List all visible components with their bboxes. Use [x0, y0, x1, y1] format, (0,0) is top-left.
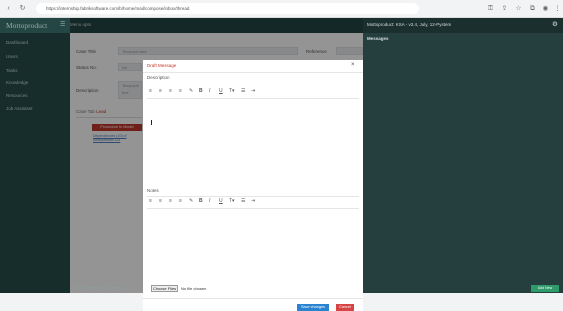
- draft-message-modal: Draft Message × Description ≡ ≡ ≡ ≡ ✎ B …: [143, 60, 363, 311]
- underline-icon[interactable]: U: [219, 198, 223, 204]
- modal-footer-divider: [143, 298, 363, 299]
- right-panel-header: Mottoproduct: KSA - v3.4, July, 12-Pyste…: [363, 18, 563, 33]
- notes-editor-top: [147, 196, 359, 197]
- address-bar[interactable]: https://internship.fabriksoftware.com/b/…: [36, 3, 419, 14]
- list-icon[interactable]: ☰: [241, 88, 245, 94]
- justify-icon[interactable]: ≡: [179, 198, 182, 204]
- hamburger-icon[interactable]: ☰: [60, 21, 65, 28]
- description-editor[interactable]: [147, 100, 359, 180]
- cancel-button[interactable]: Cancel: [336, 304, 354, 311]
- bold-icon[interactable]: B: [199, 198, 203, 204]
- align-center-icon[interactable]: ≡: [159, 198, 162, 204]
- star-icon[interactable]: ☆: [514, 4, 523, 13]
- no-file-label: No file chosen: [181, 286, 207, 291]
- save-button[interactable]: Save changes: [297, 304, 329, 311]
- pen-icon[interactable]: ✎: [189, 88, 193, 94]
- align-right-icon[interactable]: ≡: [169, 88, 172, 94]
- choose-files-button[interactable]: Choose Files: [151, 285, 178, 292]
- justify-icon[interactable]: ≡: [179, 88, 182, 94]
- modal-title: Draft Message: [147, 63, 177, 68]
- brand-logo[interactable]: Mottoproduct: [6, 21, 47, 30]
- list-icon[interactable]: ☰: [241, 198, 245, 204]
- description-section-label: Description: [147, 75, 170, 80]
- italic-icon[interactable]: I: [209, 88, 210, 94]
- bold-icon[interactable]: B: [199, 88, 203, 94]
- description-toolbar: ≡ ≡ ≡ ≡ ✎ B I U T▾ ☰ ⇥: [149, 88, 359, 95]
- more-icon[interactable]: ⋮: [553, 4, 562, 13]
- modal-backdrop-side: [0, 33, 70, 293]
- browser-toolbar: ‹ ↻ https://internship.fabriksoftware.co…: [0, 0, 563, 18]
- extension-icon[interactable]: ⧉: [528, 4, 537, 13]
- align-left-icon[interactable]: ≡: [149, 88, 152, 94]
- underline-icon[interactable]: U: [219, 88, 223, 94]
- right-panel: Mottoproduct: KSA - v3.4, July, 12-Pyste…: [363, 18, 563, 293]
- url-text: https://internship.fabriksoftware.com/b/…: [46, 6, 190, 11]
- app: Dashboard Users Tasks Knowledge Resource…: [0, 18, 563, 311]
- italic-icon[interactable]: I: [209, 198, 210, 204]
- notes-section-label: Notes: [147, 188, 159, 193]
- messages-heading: Messages: [367, 36, 389, 41]
- notes-editor[interactable]: [147, 210, 359, 280]
- back-icon[interactable]: ‹: [4, 4, 13, 13]
- align-left-icon[interactable]: ≡: [149, 198, 152, 204]
- share-icon[interactable]: ⇪: [500, 4, 509, 13]
- right-panel-title: Mottoproduct: KSA - v3.4, July, 12-Pyste…: [367, 22, 452, 27]
- font-size-icon[interactable]: T▾: [229, 198, 235, 204]
- reload-icon[interactable]: ↻: [18, 4, 27, 13]
- gear-icon[interactable]: ⚙: [552, 20, 558, 28]
- description-editor-border: [147, 98, 359, 99]
- align-center-icon[interactable]: ≡: [159, 88, 162, 94]
- notes-editor-border: [147, 208, 359, 209]
- add-new-button[interactable]: Add New: [531, 285, 559, 292]
- pen-icon[interactable]: ✎: [189, 198, 193, 204]
- indent-icon[interactable]: ⇥: [251, 88, 255, 94]
- modal-divider: [143, 72, 363, 73]
- font-size-icon[interactable]: T▾: [229, 88, 235, 94]
- footer-text: © 2019 Mottoproduct, a product: [74, 286, 124, 290]
- close-icon[interactable]: ×: [351, 62, 355, 68]
- notes-toolbar: ≡ ≡ ≡ ≡ ✎ B I U T▾ ☰ ⇥: [149, 198, 359, 205]
- indent-icon[interactable]: ⇥: [251, 198, 255, 204]
- key-icon[interactable]: ⚿: [486, 4, 495, 13]
- profile-icon[interactable]: ◉: [541, 4, 550, 13]
- align-right-icon[interactable]: ≡: [169, 198, 172, 204]
